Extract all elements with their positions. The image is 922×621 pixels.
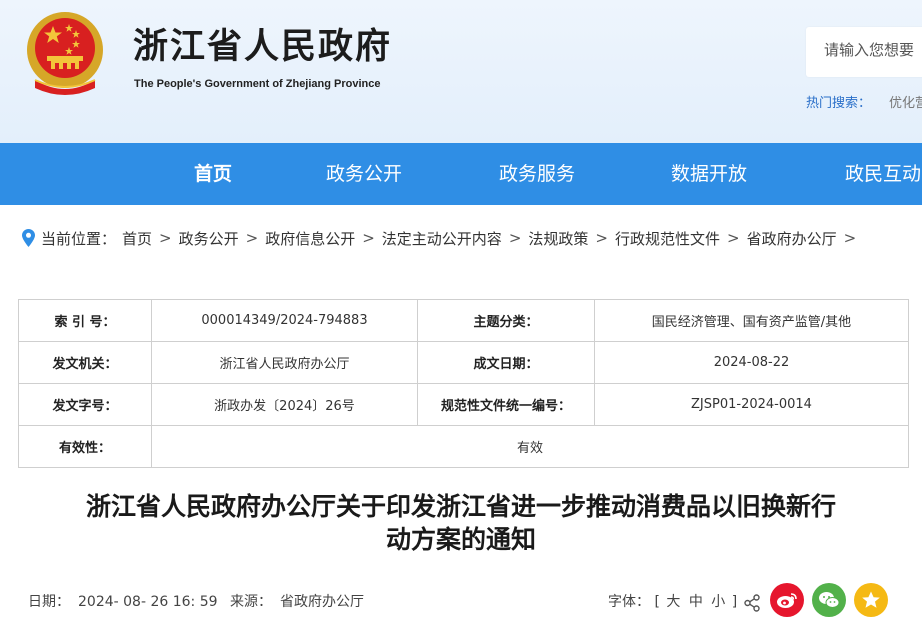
- uniform-code-value: ZJSP01-2024-0014: [594, 383, 909, 426]
- validity-value: 有效: [151, 425, 909, 468]
- date-written-label: 成文日期：: [417, 341, 595, 384]
- breadcrumb-item-regulations[interactable]: 法规政策: [528, 228, 588, 249]
- breadcrumb-separator: >: [159, 229, 172, 247]
- site-header: 浙江省人民政府 The People's Government of Zheji…: [0, 0, 922, 143]
- font-size-control: 字体： [ 大 中 小 ]: [608, 591, 737, 611]
- nav-home[interactable]: 首页: [194, 143, 232, 205]
- uniform-code-label: 规范性文件统一编号：: [417, 383, 595, 426]
- national-emblem-icon: [27, 12, 103, 95]
- validity-label: 有效性：: [18, 425, 152, 468]
- breadcrumb-separator: >: [508, 229, 522, 247]
- wechat-share-button[interactable]: [812, 583, 846, 617]
- favorite-share-button[interactable]: [854, 583, 888, 617]
- doc-number-label: 发文字号：: [18, 383, 152, 426]
- source-label: 来源：: [229, 594, 272, 610]
- table-row: 发文机关： 浙江省人民政府办公厅 成文日期： 2024-08-22: [18, 341, 909, 384]
- nav-government-affairs[interactable]: 政务公开: [326, 143, 402, 205]
- favorite-icon: [862, 591, 880, 608]
- topic-value: 国民经济管理、国有资产监管/其他: [594, 299, 909, 342]
- date-written-value: 2024-08-22: [594, 341, 909, 384]
- breadcrumb-separator: >: [362, 229, 375, 247]
- breadcrumb-separator: >: [245, 229, 259, 247]
- index-number-value: 000014349/2024-794883: [151, 299, 418, 342]
- breadcrumb-item-info[interactable]: 政府信息公开: [265, 228, 355, 249]
- nav-open-data[interactable]: 数据开放: [671, 143, 747, 205]
- font-size-label: 字体：: [608, 594, 650, 610]
- breadcrumb-separator: >: [595, 229, 608, 247]
- share-icon[interactable]: [744, 594, 760, 612]
- article-title-line-1: 浙江省人民政府办公厅关于印发浙江省进一步推动消费品以旧换新行: [85, 492, 836, 521]
- nav-government-services[interactable]: 政务服务: [499, 143, 575, 205]
- site-title: 浙江省人民政府: [133, 26, 393, 67]
- search-input[interactable]: [824, 41, 922, 59]
- breadcrumb-separator: >: [843, 229, 857, 247]
- issuer-label: 发文机关：: [18, 341, 152, 384]
- weibo-icon: [777, 593, 797, 608]
- wechat-icon: [819, 592, 840, 608]
- article-title-line-2: 动方案的通知: [385, 525, 536, 554]
- breadcrumb-separator: >: [727, 229, 740, 247]
- breadcrumb-item-office[interactable]: 省政府办公厅: [747, 228, 837, 249]
- font-small-button[interactable]: 小: [709, 594, 727, 610]
- font-large-button[interactable]: 大: [664, 594, 682, 610]
- table-row: 索 引 号： 000014349/2024-794883 主题分类： 国民经济管…: [18, 299, 909, 342]
- site-subtitle: The People's Government of Zhejiang Prov…: [134, 78, 381, 90]
- table-row: 发文字号： 浙政办发〔2024〕26号 规范性文件统一编号： ZJSP01-20…: [18, 383, 909, 426]
- breadcrumb-item-normative[interactable]: 行政规范性文件: [615, 228, 720, 249]
- breadcrumb: 当前位置： 首页 > 政务公开 > 政府信息公开 > 法定主动公开内容 > 法规…: [22, 226, 863, 250]
- location-pin-icon: [22, 229, 35, 247]
- breadcrumb-item-affairs[interactable]: 政务公开: [179, 228, 239, 249]
- hot-search-label: 热门搜索：: [806, 96, 872, 111]
- font-bracket-open: [: [654, 594, 660, 610]
- doc-number-value: 浙政办发〔2024〕26号: [151, 383, 418, 426]
- date-label: 日期：: [28, 594, 70, 610]
- font-medium-button[interactable]: 中: [687, 594, 705, 610]
- main-nav: 首页 政务公开 政务服务 数据开放 政民互动: [0, 143, 922, 205]
- weibo-share-button[interactable]: [770, 583, 804, 617]
- search-box[interactable]: [806, 27, 922, 77]
- issuer-value: 浙江省人民政府办公厅: [151, 341, 418, 384]
- article-meta: 日期： 2024- 08- 26 16: 59 来源： 省政府办公厅: [28, 591, 372, 611]
- breadcrumb-item-home[interactable]: 首页: [122, 228, 152, 249]
- breadcrumb-label: 当前位置：: [41, 229, 117, 248]
- breadcrumb-item-statutory[interactable]: 法定主动公开内容: [382, 228, 502, 249]
- document-info-table: 索 引 号： 000014349/2024-794883 主题分类： 国民经济管…: [18, 299, 909, 468]
- index-number-label: 索 引 号：: [18, 299, 152, 342]
- article-title: 浙江省人民政府办公厅关于印发浙江省进一步推动消费品以旧换新行 动方案的通知: [10, 490, 912, 556]
- topic-label: 主题分类：: [417, 299, 595, 342]
- table-row: 有效性： 有效: [18, 425, 909, 468]
- hot-search-item[interactable]: 优化营: [889, 92, 922, 111]
- date-value: 2024- 08- 26 16: 59: [78, 594, 218, 610]
- font-bracket-close: ]: [731, 594, 738, 610]
- source-value: 省政府办公厅: [279, 594, 364, 610]
- nav-interaction[interactable]: 政民互动: [845, 143, 921, 205]
